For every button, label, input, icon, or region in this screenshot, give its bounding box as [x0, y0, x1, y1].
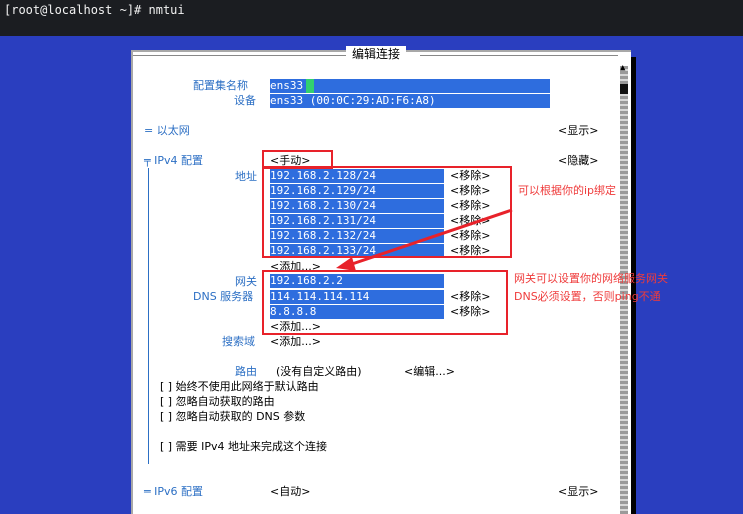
ignore-auto-routes-checkbox[interactable]: [ ] 忽略自动获取的路由: [160, 394, 275, 409]
title-rule-right: [420, 55, 618, 56]
dialog-title: 编辑连接: [346, 46, 407, 62]
dns-label: DNS 服务器: [193, 290, 254, 303]
addresses-highlight-box: [262, 166, 512, 258]
profile-name-label: 配置集名称: [193, 79, 248, 92]
ipv6-show-button[interactable]: <显示>: [558, 484, 598, 499]
ipv4-section-label: ╤ IPv4 配置: [144, 154, 204, 167]
ipv6-section-label: ═ IPv6 配置: [144, 485, 204, 498]
ignore-auto-dns-checkbox[interactable]: [ ] 忽略自动获取的 DNS 参数: [160, 409, 305, 424]
ip-annotation: 可以根据你的ip绑定: [518, 184, 617, 197]
gateway-annotation: 网关可以设置你的网络服务网关: [514, 272, 668, 285]
scroll-up-icon[interactable]: ▲: [620, 64, 625, 73]
routing-edit-button[interactable]: <编辑...>: [404, 364, 455, 379]
text-cursor: [306, 79, 314, 93]
ethernet-show-button[interactable]: <显示>: [558, 123, 598, 138]
gateway-dns-highlight-box: [262, 270, 508, 335]
require-ipv4-checkbox[interactable]: [ ] 需要 IPv4 地址来完成这个连接: [160, 439, 327, 454]
address-label: 地址: [235, 170, 257, 183]
ipv4-section-line: [148, 168, 149, 464]
dns-annotation: DNS必须设置，否则ping不通: [514, 290, 661, 303]
never-default-route-checkbox[interactable]: [ ] 始终不使用此网络于默认路由: [160, 379, 319, 394]
add-search-domain-button[interactable]: <添加...>: [270, 334, 321, 349]
ethernet-section-label: = 以太网: [144, 124, 190, 137]
gateway-label: 网关: [235, 275, 257, 288]
device-label: 设备: [234, 94, 256, 107]
terminal-prompt: [root@localhost ~]# nmtui: [4, 3, 185, 17]
routing-value: (没有自定义路由): [276, 365, 362, 378]
device-input[interactable]: ens33 (00:0C:29:AD:F6:A8): [270, 94, 550, 108]
routing-label: 路由: [235, 365, 257, 378]
scrollbar-thumb[interactable]: [620, 84, 628, 94]
ipv6-mode-dropdown[interactable]: <自动>: [270, 484, 310, 499]
search-domain-label: 搜索域: [222, 335, 255, 348]
title-rule-left: [133, 55, 346, 56]
ipv4-hide-button[interactable]: <隐藏>: [558, 153, 598, 168]
